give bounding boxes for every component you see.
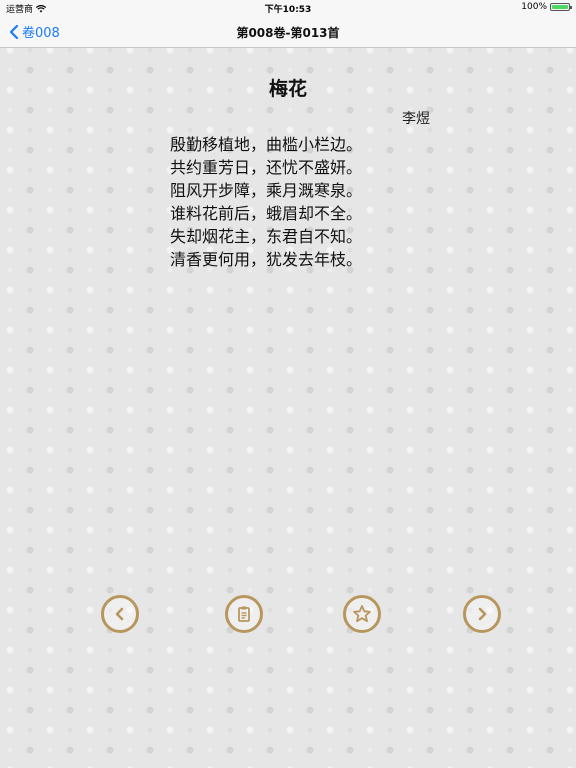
favorite-button[interactable] [343, 595, 381, 633]
star-icon [353, 605, 371, 623]
notes-icon [238, 606, 250, 622]
navigation-bar: 卷008 第008卷-第013首 [0, 16, 576, 48]
chevron-right-icon [478, 607, 487, 621]
poem-line: 谁料花前后，蛾眉却不全。 [170, 204, 363, 223]
poem-body: 殷勤移植地，曲槛小栏边。 共约重芳日，还忧不盛妍。 阻风开步障，乘月溉寒泉。 谁… [170, 133, 362, 271]
previous-button[interactable] [101, 595, 139, 633]
status-bar: 运营商 下午10:53 100% [0, 0, 576, 16]
page-title: 第008卷-第013首 [236, 26, 340, 40]
poem-line: 失却烟花主，东君自不知。 [170, 227, 363, 246]
notes-button[interactable] [225, 595, 263, 633]
poem-line: 清香更何用，犹发去年枝。 [170, 250, 363, 269]
battery-percent: 100% [521, 2, 547, 12]
poem-title: 梅花 [268, 78, 307, 100]
poem-line: 阻风开步障，乘月溉寒泉。 [170, 181, 363, 200]
poem-author: 李煜 [402, 111, 430, 127]
poem-line: 殷勤移植地，曲槛小栏边。 [170, 135, 363, 154]
chevron-left-icon [115, 607, 124, 621]
battery-fill [552, 5, 568, 9]
status-right: 100% [521, 2, 572, 12]
battery-icon [550, 3, 572, 11]
next-button[interactable] [463, 595, 501, 633]
status-time: 下午10:53 [264, 5, 312, 15]
poem-line: 共约重芳日，还忧不盛妍。 [170, 158, 363, 177]
